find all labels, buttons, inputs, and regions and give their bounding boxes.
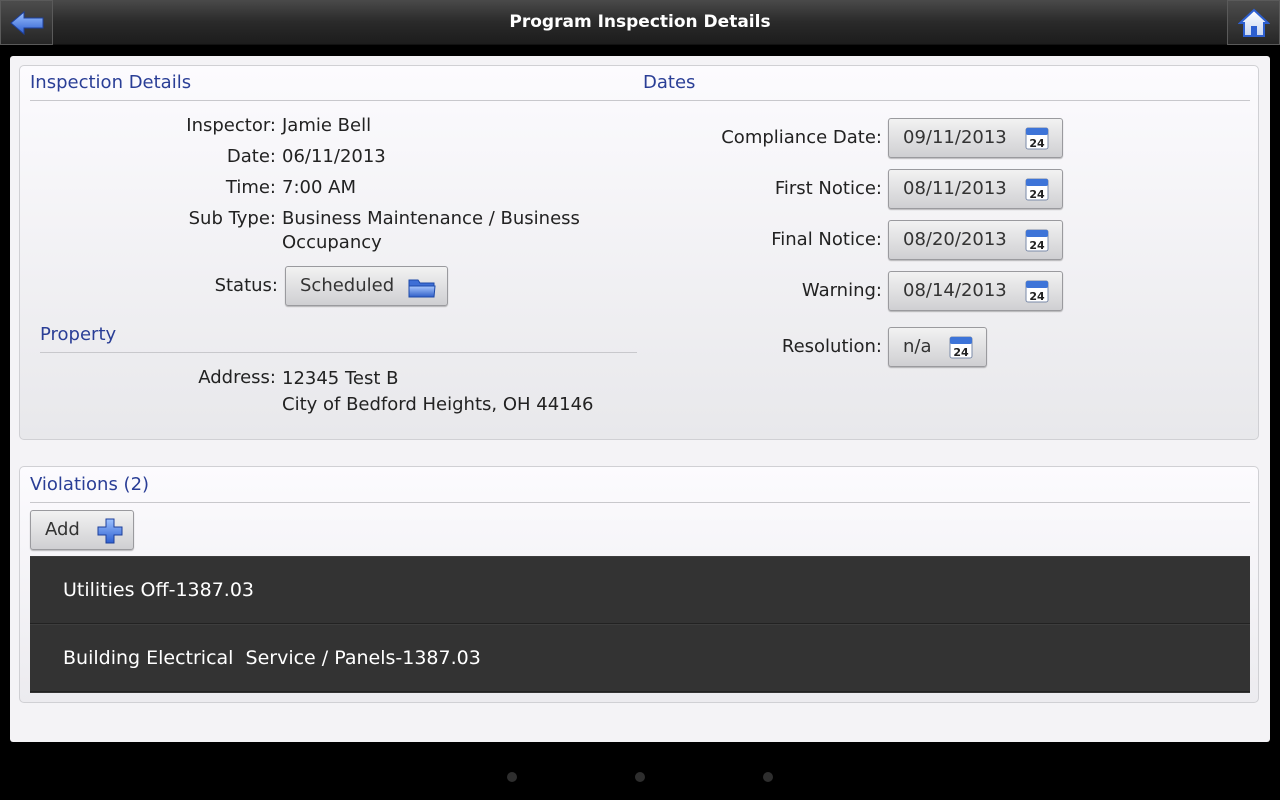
nav-back-dot[interactable]	[507, 772, 517, 782]
subtype-value-line1: Business Maintenance / Business	[282, 208, 580, 229]
address-value: 12345 Test B City of Bedford Heights, OH…	[282, 366, 594, 418]
first-notice-value: 08/11/2013	[903, 178, 1007, 199]
date-value: 06/11/2013	[282, 146, 386, 167]
svg-text:24: 24	[1029, 188, 1045, 201]
address-line1: 12345 Test B	[282, 368, 399, 389]
svg-text:24: 24	[1029, 239, 1045, 252]
compliance-date-label: Compliance Date:	[721, 127, 882, 148]
warning-button[interactable]: 08/14/2013 24	[888, 271, 1063, 311]
subtype-label: Sub Type:	[188, 208, 276, 229]
address-line2: City of Bedford Heights, OH 44146	[282, 394, 594, 415]
violations-list: Utilities Off-1387.03 Building Electrica…	[30, 556, 1250, 693]
status-label: Status:	[214, 275, 278, 296]
warning-value: 08/14/2013	[903, 280, 1007, 301]
calendar-icon: 24	[1024, 278, 1050, 309]
content-area: Inspection Details Inspector: Jamie Bell…	[10, 56, 1270, 742]
inspector-value: Jamie Bell	[282, 115, 372, 136]
compliance-date-value: 09/11/2013	[903, 127, 1007, 148]
page-title: Program Inspection Details	[509, 12, 771, 32]
calendar-icon: 24	[1024, 125, 1050, 156]
date-label: Date:	[226, 146, 276, 167]
final-notice-label: Final Notice:	[771, 229, 882, 250]
compliance-date-button[interactable]: 09/11/2013 24	[888, 118, 1063, 158]
address-label: Address:	[198, 367, 276, 388]
resolution-button[interactable]: n/a 24	[888, 327, 987, 367]
property-title: Property	[40, 324, 117, 345]
violations-divider	[30, 502, 1250, 503]
subtype-value: Business Maintenance / Business Occupanc…	[282, 207, 580, 255]
dates-title: Dates	[643, 72, 696, 93]
warning-label: Warning:	[801, 280, 882, 301]
nav-recent-dot[interactable]	[763, 772, 773, 782]
add-label: Add	[45, 519, 80, 540]
add-violation-button[interactable]: Add	[30, 510, 134, 550]
folder-icon	[408, 279, 436, 298]
time-value: 7:00 AM	[282, 177, 356, 198]
property-divider	[40, 352, 637, 353]
inspector-label: Inspector:	[186, 115, 276, 136]
list-item[interactable]: Building Electrical Service / Panels-138…	[30, 624, 1250, 692]
time-label: Time:	[225, 177, 276, 198]
svg-text:24: 24	[1029, 137, 1045, 150]
first-notice-label: First Notice:	[774, 178, 882, 199]
resolution-value: n/a	[903, 336, 932, 357]
first-notice-button[interactable]: 08/11/2013 24	[888, 169, 1063, 209]
subtype-value-line2: Occupancy	[282, 232, 382, 253]
list-item[interactable]: Utilities Off-1387.03	[30, 556, 1250, 624]
status-value: Scheduled	[300, 275, 395, 296]
navigation-bar	[0, 752, 1280, 800]
resolution-label: Resolution:	[781, 336, 882, 357]
home-icon	[1237, 8, 1270, 37]
violations-title: Violations (2)	[30, 474, 150, 495]
final-notice-value: 08/20/2013	[903, 229, 1007, 250]
inspection-details-title: Inspection Details	[30, 72, 192, 93]
svg-text:24: 24	[953, 346, 969, 359]
home-button[interactable]	[1227, 0, 1280, 45]
calendar-icon: 24	[948, 334, 974, 365]
status-button[interactable]: Scheduled	[285, 266, 448, 306]
details-divider	[30, 100, 1250, 101]
nav-home-dot[interactable]	[635, 772, 645, 782]
svg-text:24: 24	[1029, 290, 1045, 303]
plus-icon	[97, 518, 123, 544]
calendar-icon: 24	[1024, 176, 1050, 207]
final-notice-button[interactable]: 08/20/2013 24	[888, 220, 1063, 260]
title-bar: Program Inspection Details	[0, 0, 1280, 45]
calendar-icon: 24	[1024, 227, 1050, 258]
